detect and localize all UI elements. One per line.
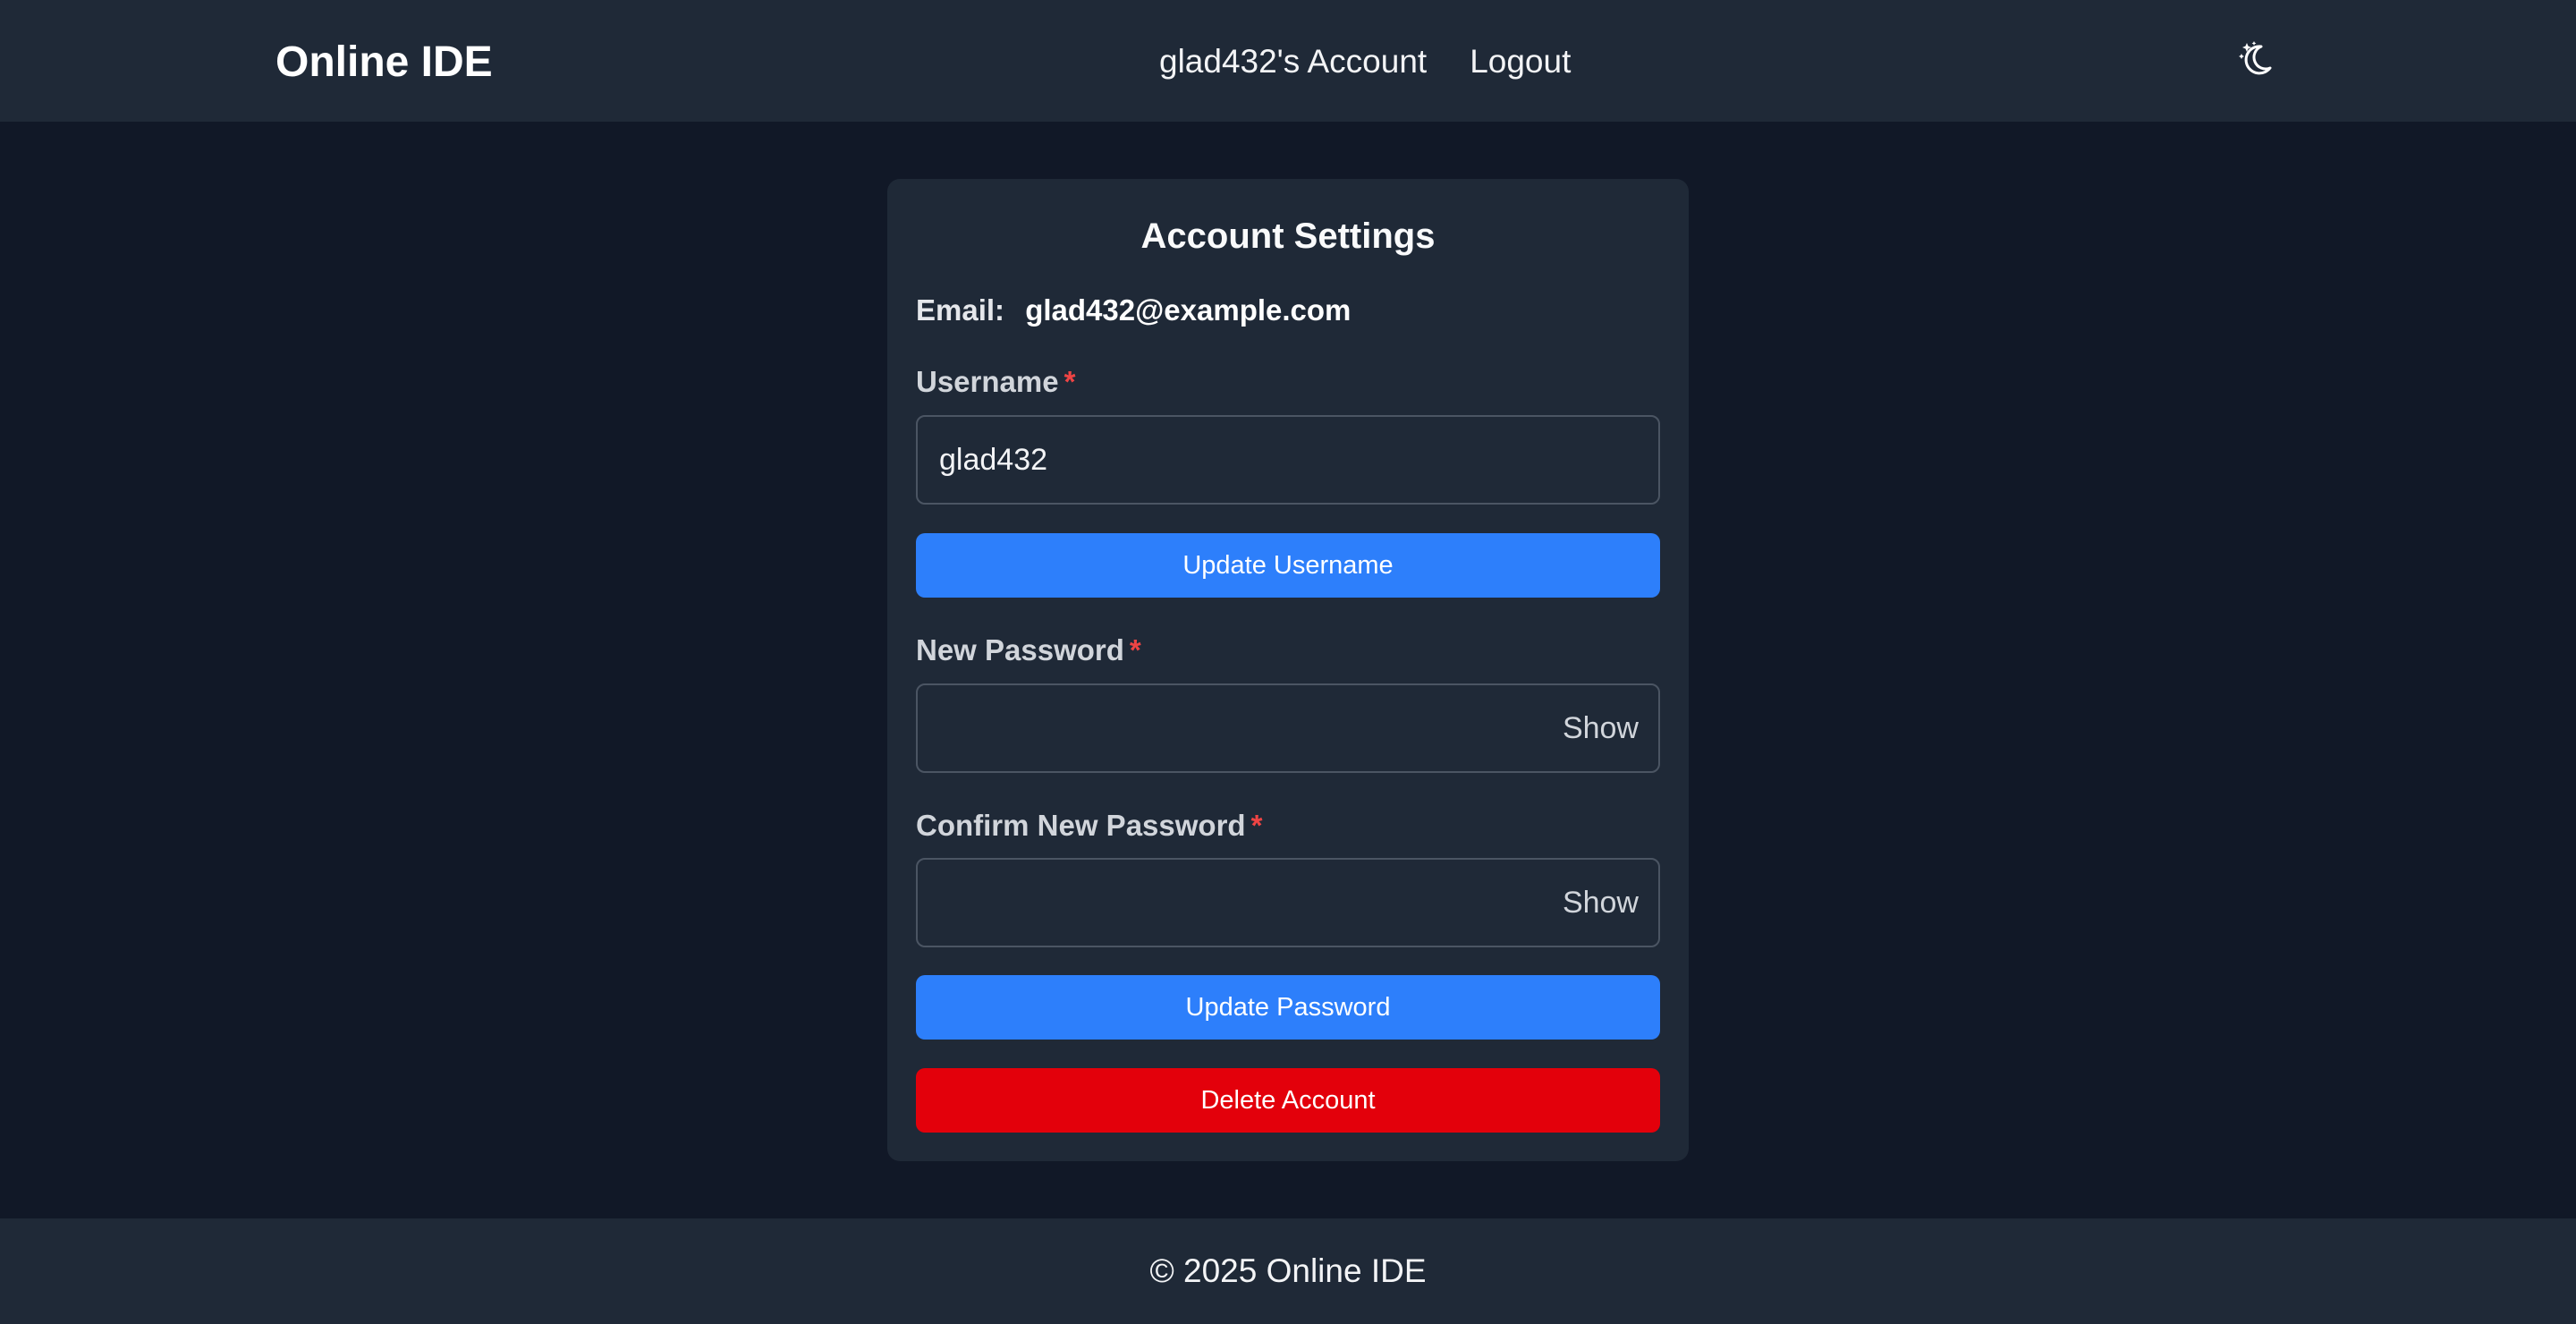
email-label: Email: [916, 293, 1005, 327]
account-link[interactable]: glad432's Account [1159, 38, 1427, 86]
brand-logo[interactable]: Online IDE [275, 36, 493, 89]
username-label: Username * [916, 360, 1075, 404]
update-username-button[interactable]: Update Username [916, 533, 1660, 598]
moon-stars-icon [2239, 41, 2272, 75]
required-mark: * [1129, 633, 1141, 666]
theme-toggle-button[interactable] [2234, 38, 2277, 81]
email-row: Email: glad432@example.com [916, 288, 1351, 333]
update-password-button[interactable]: Update Password [916, 975, 1660, 1040]
top-navbar: Online IDE glad432's Account Logout [0, 0, 2576, 122]
confirm-password-label: Confirm New Password * [916, 803, 1262, 848]
username-label-text: Username [916, 365, 1059, 398]
show-new-password-toggle[interactable]: Show [1563, 706, 1639, 751]
new-password-label: New Password * [916, 628, 1141, 673]
new-password-label-text: New Password [916, 633, 1124, 666]
required-mark: * [1250, 809, 1263, 842]
page-footer: © 2025 Online IDE [0, 1218, 2576, 1324]
email-value: glad432@example.com [1025, 293, 1352, 327]
page-title: Account Settings [1140, 216, 1436, 256]
confirm-password-label-text: Confirm New Password [916, 809, 1246, 842]
required-mark: * [1063, 365, 1076, 398]
delete-account-button[interactable]: Delete Account [916, 1068, 1660, 1133]
username-input[interactable]: glad432 [916, 415, 1660, 505]
footer-copyright: © 2025 Online IDE [1149, 1252, 1427, 1289]
confirm-password-input[interactable]: Show [916, 858, 1660, 947]
nav-links: glad432's Account Logout [1159, 38, 1571, 86]
new-password-input[interactable]: Show [916, 683, 1660, 773]
show-confirm-password-toggle[interactable]: Show [1563, 880, 1639, 925]
logout-link[interactable]: Logout [1470, 38, 1571, 86]
username-input-value: glad432 [939, 443, 1048, 477]
